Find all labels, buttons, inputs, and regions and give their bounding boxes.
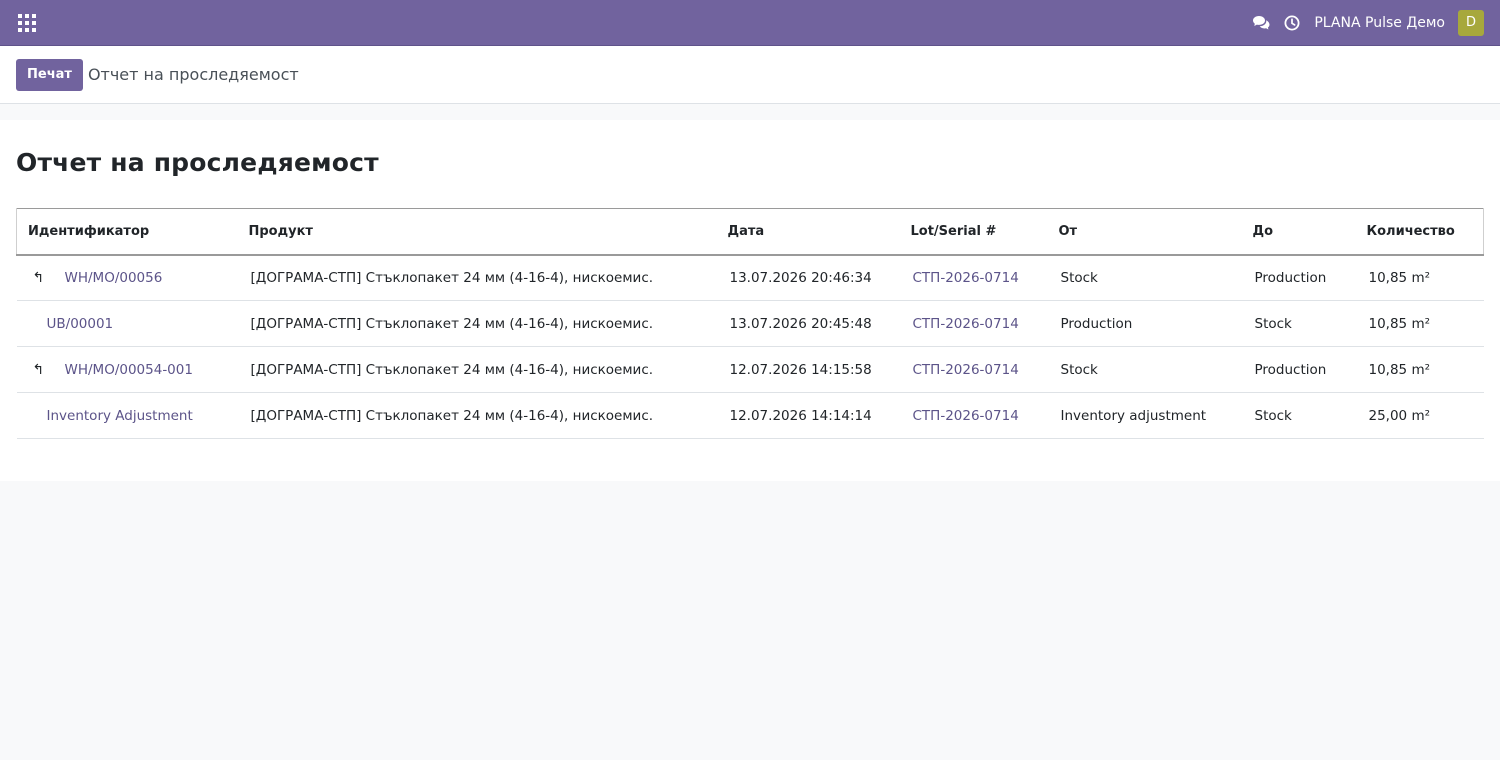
report-content: Отчет на проследяемост Идентификатор Про…: [0, 120, 1500, 481]
to-cell: Stock: [1254, 407, 1292, 424]
to-cell: Production: [1254, 269, 1327, 286]
column-header-quantity: Количество: [1355, 208, 1484, 255]
table-header-row: Идентификатор Продукт Дата Lot/Serial # …: [16, 208, 1484, 255]
from-cell: Production: [1060, 315, 1133, 332]
table-row: UB/00001 [ДОГРАМА-СТП] Стъклопакет 24 мм…: [16, 301, 1484, 347]
column-header-to: До: [1252, 223, 1274, 239]
product-cell: [ДОГРАМА-СТП] Стъклопакет 24 мм (4-16-4)…: [250, 315, 654, 332]
lot-cell: СТП-2026-0714: [900, 301, 1048, 347]
top-navbar: PLANA Pulse Демо D: [0, 0, 1500, 46]
product-cell: [ДОГРАМА-СТП] Стъклопакет 24 мм (4-16-4)…: [250, 407, 654, 424]
id-cell: ↰ WH/MO/00056: [17, 255, 238, 301]
date-cell: 12.07.2026 14:15:58: [729, 361, 872, 378]
product-cell: [ДОГРАМА-СТП] Стъклопакет 24 мм (4-16-4)…: [250, 269, 654, 286]
date-cell: 12.07.2026 14:14:14: [729, 407, 872, 424]
apps-icon[interactable]: [18, 13, 36, 32]
from-cell: Inventory adjustment: [1060, 407, 1207, 424]
column-header-from: От: [1058, 223, 1078, 239]
column-header-product: Продукт: [248, 223, 313, 239]
reference-link[interactable]: UB/00001: [47, 316, 114, 332]
unfold-arrow-icon[interactable]: ↰: [29, 362, 53, 378]
report-title: Отчет на проследяемост: [16, 148, 379, 177]
quantity-cell: 10,85 m²: [1368, 361, 1431, 378]
to-cell: Production: [1254, 361, 1327, 378]
table-row: Inventory Adjustment [ДОГРАМА-СТП] Стъкл…: [16, 393, 1484, 439]
lot-cell: СТП-2026-0714: [900, 393, 1048, 439]
reference-link[interactable]: WH/MO/00054-001: [65, 362, 193, 378]
column-header-date: Дата: [727, 223, 765, 239]
date-cell: 13.07.2026 20:46:34: [729, 269, 872, 286]
quantity-cell: 25,00 m²: [1368, 407, 1431, 424]
lot-link[interactable]: СТП-2026-0714: [913, 316, 1019, 332]
column-header-id: Идентификатор: [16, 208, 238, 255]
from-cell: Stock: [1060, 269, 1098, 286]
table-row: ↰ WH/MO/00054-001 [ДОГРАМА-СТП] Стъклопак…: [16, 347, 1484, 393]
product-cell: [ДОГРАМА-СТП] Стъклопакет 24 мм (4-16-4)…: [250, 361, 654, 378]
date-cell: 13.07.2026 20:45:48: [729, 315, 872, 332]
company-switcher[interactable]: PLANA Pulse Демо: [1314, 15, 1445, 31]
column-header-lot: Lot/Serial #: [910, 223, 997, 239]
navbar-systray: PLANA Pulse Демо D: [1251, 9, 1484, 36]
lot-link[interactable]: СТП-2026-0714: [913, 270, 1019, 286]
control-panel: Печат Отчет на проследяемост: [0, 46, 1500, 104]
unfold-arrow-icon[interactable]: ↰: [29, 270, 53, 286]
clock-icon[interactable]: [1282, 13, 1302, 33]
lot-link[interactable]: СТП-2026-0714: [913, 408, 1019, 424]
to-cell: Stock: [1254, 315, 1292, 332]
quantity-cell: 10,85 m²: [1368, 269, 1431, 286]
traceability-table: Идентификатор Продукт Дата Lot/Serial # …: [16, 208, 1484, 439]
lot-cell: СТП-2026-0714: [900, 255, 1048, 301]
from-cell: Stock: [1060, 361, 1098, 378]
avatar[interactable]: D: [1458, 9, 1484, 36]
reference-link[interactable]: Inventory Adjustment: [47, 408, 193, 424]
breadcrumb: Отчет на проследяемост: [87, 65, 299, 84]
id-cell: Inventory Adjustment: [17, 393, 238, 439]
chat-icon[interactable]: [1251, 13, 1271, 33]
print-button[interactable]: Печат: [16, 58, 83, 91]
reference-link[interactable]: WH/MO/00056: [65, 270, 163, 286]
id-cell: ↰ WH/MO/00054-001: [17, 347, 238, 393]
table-row: ↰ WH/MO/00056 [ДОГРАМА-СТП] Стъклопакет 2…: [16, 255, 1484, 301]
lot-link[interactable]: СТП-2026-0714: [913, 362, 1019, 378]
id-cell: UB/00001: [17, 301, 238, 347]
lot-cell: СТП-2026-0714: [900, 347, 1048, 393]
quantity-cell: 10,85 m²: [1368, 315, 1431, 332]
